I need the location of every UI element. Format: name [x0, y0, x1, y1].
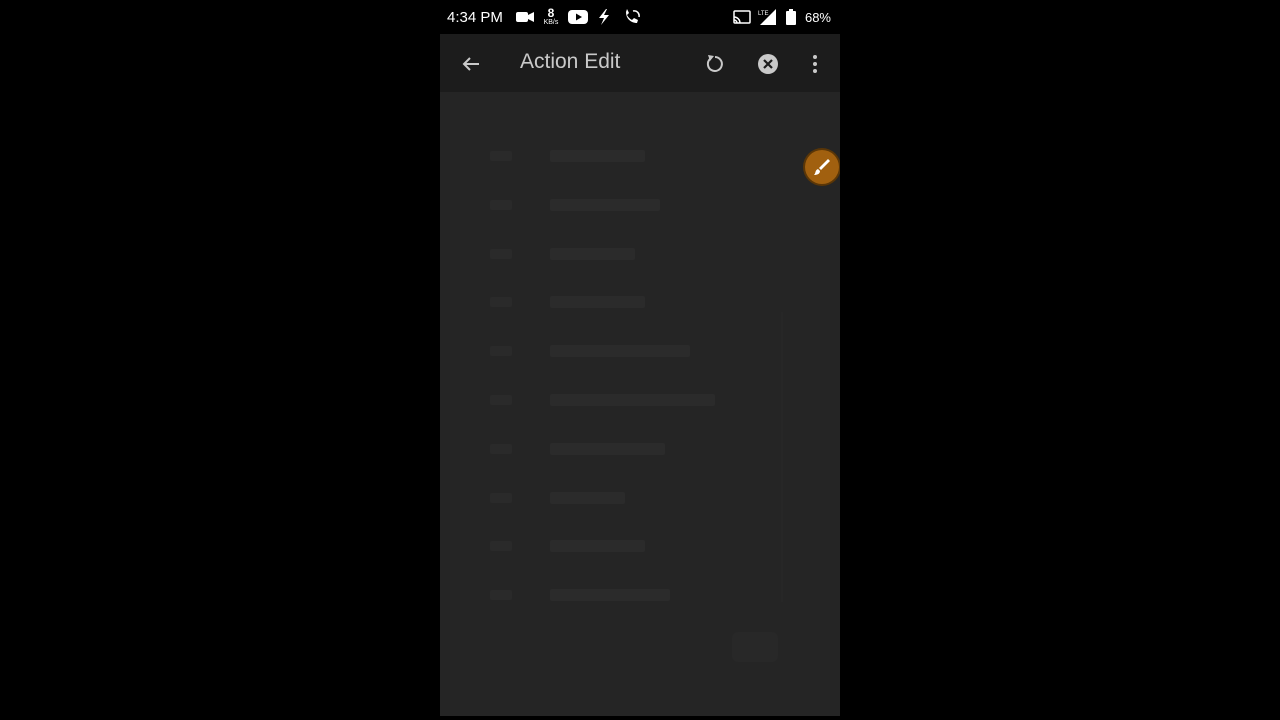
- net-speed-value: 8: [547, 6, 555, 20]
- app-bar: Action Edit: [440, 34, 840, 92]
- list-item-number: [490, 249, 512, 259]
- list-item-number: [490, 297, 512, 307]
- list-item-number: [490, 151, 512, 161]
- list-item-number: [490, 395, 512, 405]
- list-item: [490, 292, 645, 312]
- list-item: [490, 536, 645, 556]
- list-item-text: [550, 296, 645, 308]
- net-speed-unit: KB/s: [543, 19, 559, 26]
- list-item-text: [550, 199, 660, 211]
- page-title: Action Edit: [520, 50, 621, 73]
- list-item-text: [550, 150, 645, 162]
- list-item: [490, 146, 645, 166]
- screen: 4:34 PM 8 KB/s LTE 68% Action Edit: [0, 0, 1280, 720]
- list-item-text: [550, 540, 645, 552]
- status-bar: 4:34 PM 8 KB/s LTE 68%: [440, 0, 840, 34]
- status-time: 4:34 PM: [447, 9, 503, 26]
- list-item-number: [490, 200, 512, 210]
- list-item-number: [490, 590, 512, 600]
- net-speed: 8 KB/s: [541, 7, 561, 26]
- battery-icon: [786, 9, 796, 25]
- list-item: [490, 244, 635, 264]
- list-item-number: [490, 541, 512, 551]
- signal-icon: LTE: [758, 9, 778, 25]
- back-button[interactable]: [455, 48, 487, 80]
- scrollbar[interactable]: [781, 312, 783, 602]
- list-item-text: [550, 589, 670, 601]
- refresh-button[interactable]: [699, 48, 731, 80]
- more-vert-icon: [812, 54, 818, 74]
- youtube-icon: [568, 9, 588, 25]
- phone-call-icon: [623, 9, 641, 25]
- list-item-text: [550, 443, 665, 455]
- close-circle-icon: [757, 53, 779, 75]
- phone-screen: 4:34 PM 8 KB/s LTE 68% Action Edit: [440, 0, 840, 716]
- list-item-text: [550, 394, 715, 406]
- dimmed-content: [440, 92, 840, 716]
- list-item: [490, 341, 690, 361]
- network-label: LTE: [758, 11, 769, 17]
- list-item: [490, 488, 625, 508]
- cast-icon: [733, 9, 751, 25]
- back-arrow-icon: [461, 54, 481, 74]
- refresh-icon: [704, 53, 726, 75]
- list-item-number: [490, 346, 512, 356]
- close-button[interactable]: [752, 48, 784, 80]
- list-item: [490, 439, 665, 459]
- more-options-button[interactable]: [799, 48, 831, 80]
- video-camera-icon: [516, 9, 534, 25]
- list-item-number: [490, 493, 512, 503]
- list-item-text: [550, 345, 690, 357]
- list-item: [490, 195, 660, 215]
- floating-brush-button[interactable]: [805, 150, 839, 184]
- list-item: [490, 585, 670, 605]
- list-item-text: [550, 248, 635, 260]
- list-item-number: [490, 444, 512, 454]
- battery-percent: 68%: [804, 10, 831, 25]
- list-item: [490, 390, 715, 410]
- flash-icon: [597, 9, 611, 25]
- list-item-text: [550, 492, 625, 504]
- dimmed-action-button: [732, 632, 778, 662]
- paint-brush-icon: [812, 157, 832, 177]
